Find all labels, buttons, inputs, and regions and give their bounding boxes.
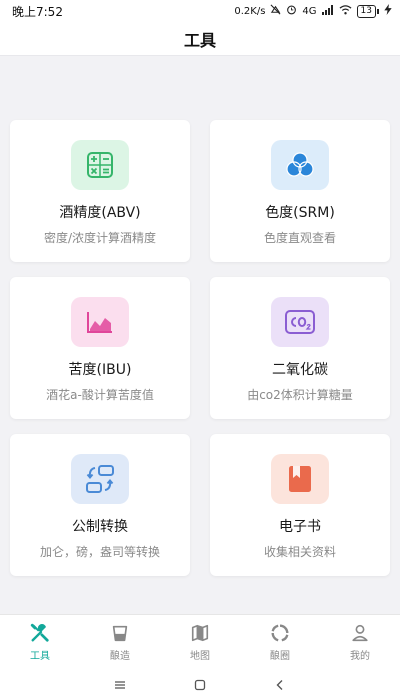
tool-card-abv[interactable]: 酒精度(ABV) 密度/浓度计算酒精度: [10, 120, 190, 262]
title-bar: 工具: [0, 22, 400, 56]
page-title: 工具: [183, 30, 216, 50]
tools-icon: [30, 623, 49, 642]
tool-card-srm[interactable]: 色度(SRM) 色度直观查看: [210, 120, 390, 262]
tool-card-ibu[interactable]: 苦度(IBU) 酒花a-酸计算苦度值: [10, 277, 190, 419]
tool-card-ebook[interactable]: 电子书 收集相关资料: [210, 434, 390, 576]
user-icon: [352, 624, 368, 642]
battery-tip: [377, 8, 379, 14]
card-icon-bg: [71, 140, 129, 190]
tool-title: 公制转换: [72, 519, 128, 535]
tab-tools[interactable]: 工具: [0, 615, 80, 670]
status-indicators: 0.2K/s 4G 13: [234, 4, 392, 18]
tool-subtitle: 由co2体积计算糖量: [247, 388, 353, 402]
convert-icon: [86, 465, 114, 493]
tool-card-metric[interactable]: 公制转换 加仑，磅，盎司等转换: [10, 434, 190, 576]
alarm-icon: [286, 4, 297, 18]
status-time: 晚上7:52: [12, 4, 63, 19]
tab-label: 地图: [190, 651, 210, 662]
home-icon[interactable]: [193, 678, 207, 692]
tool-subtitle: 加仑，磅，盎司等转换: [39, 545, 160, 559]
charging-icon: [384, 4, 392, 18]
system-nav-bar: [0, 670, 400, 700]
tool-title: 苦度(IBU): [68, 362, 132, 378]
brew-icon: [112, 625, 128, 642]
card-icon-bg: [271, 297, 329, 347]
signal-icon: [321, 4, 334, 18]
card-icon-bg: [71, 454, 129, 504]
line-chart-icon: [87, 312, 112, 333]
tool-subtitle: 收集相关资料: [263, 545, 336, 559]
tool-title: 酒精度(ABV): [59, 205, 141, 221]
card-icon-bg: [71, 297, 129, 347]
co2-icon: [285, 310, 315, 334]
tool-subtitle: 密度/浓度计算酒精度: [43, 231, 157, 245]
tab-label: 酿圈: [270, 651, 290, 662]
map-icon: [191, 624, 209, 642]
tool-title: 电子书: [279, 519, 321, 535]
tab-circle[interactable]: 酿圈: [240, 615, 320, 670]
status-bar: 晚上7:52 0.2K/s 4G 13: [0, 0, 400, 22]
tool-title: 色度(SRM): [265, 205, 335, 221]
bottom-tab-bar: 工具 酿造 地图 酿圈 我的: [0, 614, 400, 670]
tool-subtitle: 色度直观查看: [263, 231, 336, 245]
calculator-icon: [87, 152, 113, 178]
tab-label: 我的: [350, 651, 370, 662]
color-circles-icon: [286, 152, 314, 177]
tab-label: 工具: [30, 651, 50, 662]
book-icon: [289, 466, 311, 492]
tab-profile[interactable]: 我的: [320, 615, 400, 670]
back-icon[interactable]: [273, 678, 287, 692]
card-icon-bg: [271, 454, 329, 504]
menu-icon[interactable]: [113, 678, 127, 692]
battery-level: 13: [356, 4, 376, 18]
tool-subtitle: 酒花a-酸计算苦度值: [46, 388, 154, 402]
tab-map[interactable]: 地图: [160, 615, 240, 670]
tab-label: 酿造: [110, 651, 130, 662]
tool-grid: 酒精度(ABV) 密度/浓度计算酒精度 色度(SRM) 色度直观查看 苦度(IB…: [10, 120, 390, 576]
wifi-icon: [339, 4, 352, 18]
network-type: 4G: [302, 5, 317, 17]
tab-brew[interactable]: 酿造: [80, 615, 160, 670]
circle-icon: [271, 624, 289, 642]
mute-icon: [270, 4, 281, 18]
tool-title: 二氧化碳: [272, 362, 328, 378]
card-icon-bg: [271, 140, 329, 190]
tool-card-co2[interactable]: 二氧化碳 由co2体积计算糖量: [210, 277, 390, 419]
network-speed: 0.2K/s: [234, 5, 266, 17]
battery-indicator: 13: [356, 4, 379, 18]
